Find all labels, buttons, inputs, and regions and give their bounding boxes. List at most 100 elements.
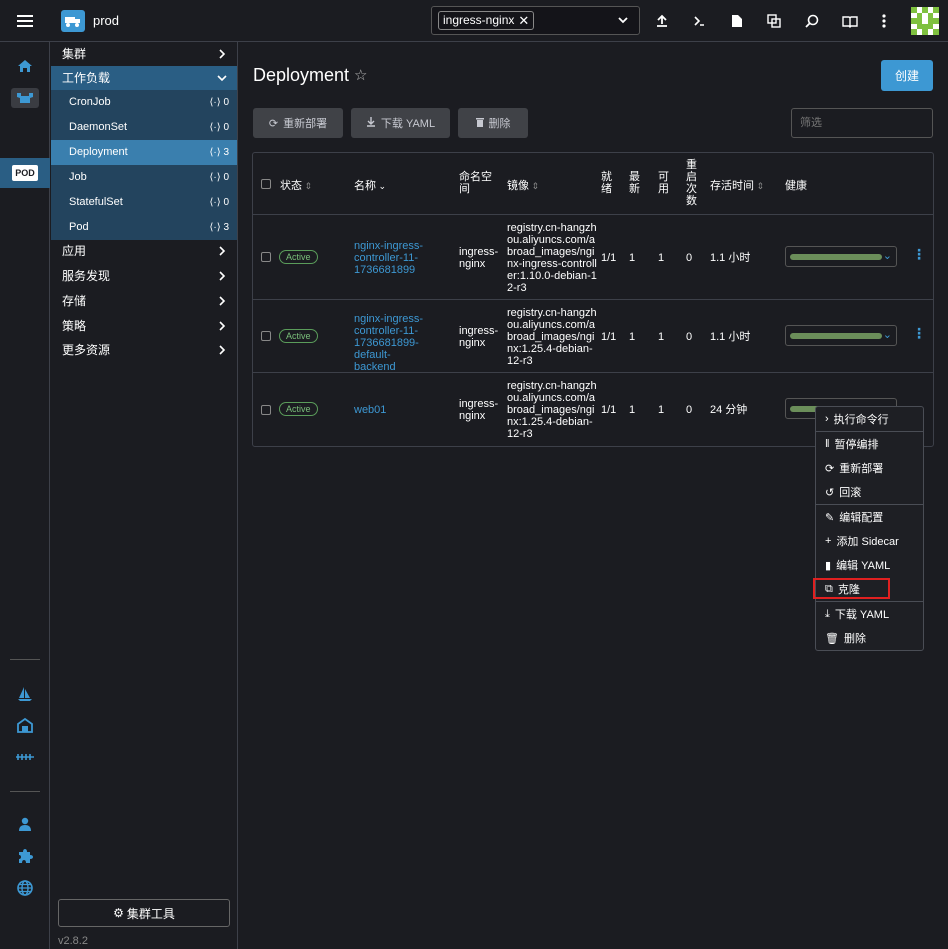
more-vert-icon[interactable] <box>874 11 894 31</box>
deployment-name-link[interactable]: nginx-ingress-controller-11-1736681899 <box>354 240 428 276</box>
deployment-name-link[interactable]: nginx-ingress-controller-11-1736681899-d… <box>354 313 432 373</box>
nav-group-label: 应用 <box>62 244 87 258</box>
file-icon[interactable] <box>727 11 747 31</box>
menu-item-exec-shell[interactable]: › 执行命令行 <box>816 407 923 431</box>
image-cell: registry.cn-hangzhou.aliyuncs.com/abroad… <box>507 222 597 294</box>
cluster-tools-label: 集群工具 <box>126 906 175 921</box>
row-checkbox[interactable] <box>261 252 271 262</box>
header-available[interactable]: 可用 <box>658 171 670 195</box>
copy-icon[interactable] <box>764 11 784 31</box>
version-label: v2.8.2 <box>58 935 88 947</box>
row-checkbox[interactable] <box>261 331 271 341</box>
nav-item-daemonset[interactable]: DaemonSet ⟨·⟩ 0 <box>51 115 237 140</box>
nav-item-count: ⟨·⟩ 3 <box>209 222 229 233</box>
nav-group-storage[interactable]: 存储 <box>51 289 237 313</box>
menu-item-edit-yaml[interactable]: ▮ 编辑 YAML <box>816 553 923 577</box>
chevron-down-icon[interactable] <box>617 14 629 29</box>
star-icon[interactable]: ☆ <box>354 66 367 84</box>
header-ready[interactable]: 就绪 <box>601 171 613 195</box>
nav-group-service-discovery[interactable]: 服务发现 <box>51 264 237 288</box>
health-select[interactable]: ⌄ <box>785 246 897 267</box>
nav-group-label: 更多资源 <box>62 343 111 357</box>
close-icon[interactable]: ✕ <box>518 12 529 29</box>
nav-group-workload[interactable]: 工作负载 <box>51 66 237 90</box>
header-age[interactable]: 存活时间 ⇕ <box>710 177 764 193</box>
download-icon: ⤓ <box>825 607 830 620</box>
home-icon[interactable] <box>0 51 50 81</box>
file-icon: ▮ <box>825 559 832 572</box>
row-actions-icon[interactable]: ⋮ <box>912 246 926 263</box>
header-namespace[interactable]: 命名空间 <box>459 171 495 195</box>
menu-item-download-yaml[interactable]: ⤓ 下载 YAML <box>816 602 923 626</box>
nav-item-cronjob[interactable]: CronJob ⟨·⟩ 0 <box>51 90 237 115</box>
image-cell: registry.cn-hangzhou.aliyuncs.com/abroad… <box>507 307 597 367</box>
pod-nav-item[interactable]: POD <box>0 158 50 188</box>
delete-button[interactable]: 删除 <box>458 108 528 138</box>
status-badge: Active <box>279 250 318 264</box>
menu-item-edit-config[interactable]: ✎ 编辑配置 <box>816 505 923 529</box>
left-rail: POD 简介 <box>0 42 50 949</box>
nav-item-deployment[interactable]: Deployment ⟨·⟩ 3 <box>51 140 237 165</box>
nav-item-pod[interactable]: Pod ⟨·⟩ 3 <box>51 215 237 240</box>
select-all-checkbox[interactable] <box>261 179 271 189</box>
row-checkbox[interactable] <box>261 405 271 415</box>
warehouse-icon[interactable] <box>0 710 50 740</box>
menu-item-label: 暂停编排 <box>834 439 879 451</box>
filter-input[interactable] <box>791 108 933 138</box>
nav-group-cluster[interactable]: 集群 <box>51 42 237 66</box>
row-actions-icon[interactable]: ⋮ <box>912 325 926 342</box>
avatar[interactable] <box>911 7 939 35</box>
cluster-tools-button[interactable]: ⚙ 集群工具 <box>58 899 230 927</box>
menu-item-rollback[interactable]: ↺ 回滚 <box>816 480 923 504</box>
nav-item-job[interactable]: Job ⟨·⟩ 0 <box>51 165 237 190</box>
nav-item-statefulset[interactable]: StatefulSet ⟨·⟩ 0 <box>51 190 237 215</box>
nav-item-label: Deployment <box>69 146 128 158</box>
header-image[interactable]: 镜像 ⇕ <box>507 177 539 193</box>
nav-group-policy[interactable]: 策略 <box>51 314 237 338</box>
sailboat-icon[interactable] <box>0 679 50 709</box>
deployment-name-link[interactable]: web01 <box>354 404 386 416</box>
nav-item-count: ⟨·⟩ 0 <box>209 122 229 133</box>
menu-item-label: 下载 YAML <box>834 609 890 621</box>
nav-item-label: StatefulSet <box>69 196 123 208</box>
cluster-name[interactable]: prod <box>93 13 119 28</box>
redeploy-label: 重新部署 <box>283 118 328 130</box>
chevron-down-icon: ⌄ <box>882 250 892 262</box>
menu-item-add-sidecar[interactable]: + 添加 Sidecar <box>816 529 923 553</box>
search-icon[interactable] <box>802 11 822 31</box>
age-cell: 1.1 小时 <box>710 252 751 264</box>
health-bar <box>790 333 882 339</box>
menu-item-redeploy[interactable]: ⟳ 重新部署 <box>816 456 923 480</box>
puzzle-icon[interactable] <box>0 841 50 871</box>
globe-icon[interactable] <box>0 873 50 903</box>
nav-group-more-resources[interactable]: 更多资源 <box>51 338 237 362</box>
nav-group-apps[interactable]: 应用 <box>51 239 237 263</box>
header-restarts[interactable]: 重启次数 <box>686 159 698 207</box>
nav-item-count: ⟨·⟩ 0 <box>209 97 229 108</box>
namespace-chip[interactable]: ingress-nginx ✕ <box>438 11 535 30</box>
health-select[interactable]: ⌄ <box>785 325 897 346</box>
cluster-icon[interactable] <box>0 83 50 113</box>
upload-icon[interactable] <box>652 11 672 31</box>
clone-highlight-box <box>813 578 890 599</box>
header-name[interactable]: 名称 ⌄ <box>354 177 386 193</box>
namespace-select[interactable]: ingress-nginx ✕ <box>431 6 640 35</box>
terminal-icon[interactable] <box>689 11 709 31</box>
redeploy-button[interactable]: ⟳ 重新部署 <box>253 108 343 138</box>
header-latest[interactable]: 最新 <box>629 171 641 195</box>
namespace-cell: ingress-nginx <box>459 398 499 422</box>
chain-icon[interactable] <box>0 742 50 772</box>
menu-item-pause[interactable]: ‖ 暂停编排 <box>816 432 923 456</box>
pause-icon: ‖ <box>825 438 830 450</box>
create-button[interactable]: 创建 <box>881 60 933 91</box>
health-bar <box>790 254 882 260</box>
trash-icon: 🗑 <box>825 632 839 645</box>
user-icon[interactable] <box>0 809 50 839</box>
nav-item-label: Pod <box>69 221 89 233</box>
book-icon[interactable] <box>840 11 860 31</box>
menu-item-delete[interactable]: 🗑 删除 <box>816 626 923 650</box>
header-state[interactable]: 状态 ⇕ <box>280 177 312 193</box>
hamburger-menu-icon[interactable] <box>0 0 50 42</box>
cluster-logo-icon[interactable] <box>61 10 85 32</box>
download-yaml-button[interactable]: 下载 YAML <box>351 108 450 138</box>
